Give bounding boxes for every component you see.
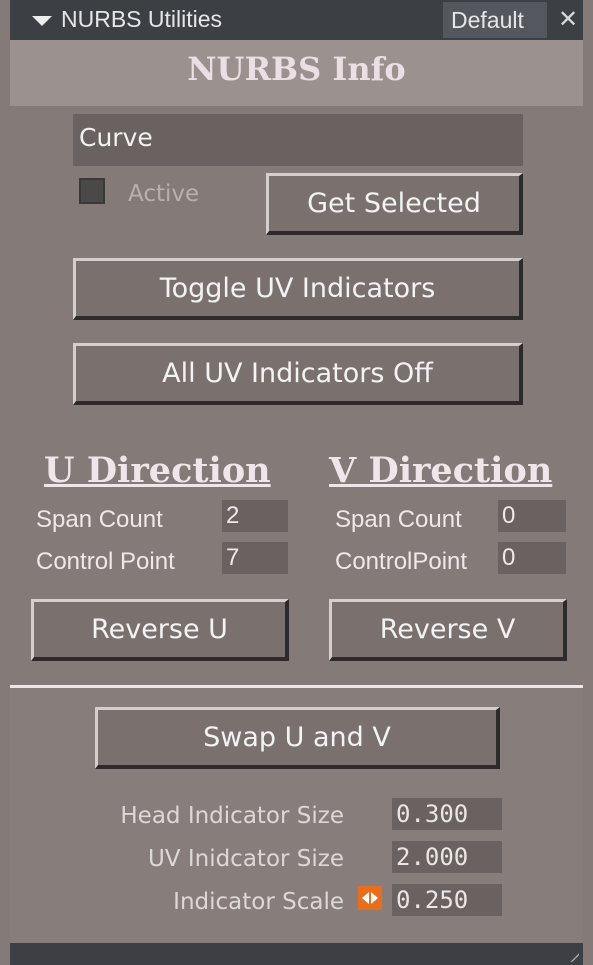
reverse-u-button[interactable]: Reverse U <box>31 599 289 661</box>
v-control-point-label: ControlPoint <box>335 548 468 575</box>
v-span-count-label: Span Count <box>335 506 462 533</box>
active-checkbox[interactable] <box>79 178 105 204</box>
panel-title: NURBS Utilities <box>61 6 223 32</box>
panel-titlebar[interactable]: NURBS Utilities Default ✕ <box>10 0 583 40</box>
indicator-scale-field[interactable]: 0.250 <box>392 884 502 916</box>
uv-indicator-size-field[interactable]: 2.000 <box>392 841 502 873</box>
u-direction-heading: U Direction <box>44 450 271 491</box>
v-span-count-field[interactable]: 0 <box>498 500 566 532</box>
indicator-scale-label: Indicator Scale <box>173 889 344 915</box>
section-title: NURBS Info <box>187 50 406 88</box>
curve-field[interactable]: Curve <box>73 114 523 166</box>
swap-u-and-v-button[interactable]: Swap U and V <box>95 707 500 769</box>
resize-grip-icon[interactable] <box>569 952 579 962</box>
active-label: Active <box>128 181 200 207</box>
panel-footer <box>10 943 583 965</box>
close-icon[interactable]: ✕ <box>558 5 578 33</box>
all-uv-indicators-off-button[interactable]: All UV Indicators Off <box>73 343 523 405</box>
u-span-count-field[interactable]: 2 <box>222 500 288 532</box>
u-control-point-label: Control Point <box>36 548 175 575</box>
reverse-v-button[interactable]: Reverse V <box>329 599 567 661</box>
collapse-arrow-icon[interactable] <box>32 16 52 26</box>
toggle-uv-indicators-button[interactable]: Toggle UV Indicators <box>73 258 523 320</box>
scale-drag-icon[interactable] <box>358 886 382 910</box>
v-direction-heading: V Direction <box>329 450 553 491</box>
preset-dropdown[interactable]: Default <box>443 2 547 38</box>
u-control-point-field[interactable]: 7 <box>222 542 288 574</box>
uv-indicator-size-label: UV Inidcator Size <box>147 846 344 872</box>
header-band: NURBS Info <box>10 40 583 106</box>
get-selected-button[interactable]: Get Selected <box>266 173 523 235</box>
v-control-point-field[interactable]: 0 <box>498 542 566 574</box>
head-indicator-size-label: Head Indicator Size <box>120 803 344 829</box>
head-indicator-size-field[interactable]: 0.300 <box>392 798 502 830</box>
u-span-count-label: Span Count <box>36 506 163 533</box>
nurbs-utilities-panel: NURBS Utilities Default ✕ NURBS Info Cur… <box>0 0 593 965</box>
